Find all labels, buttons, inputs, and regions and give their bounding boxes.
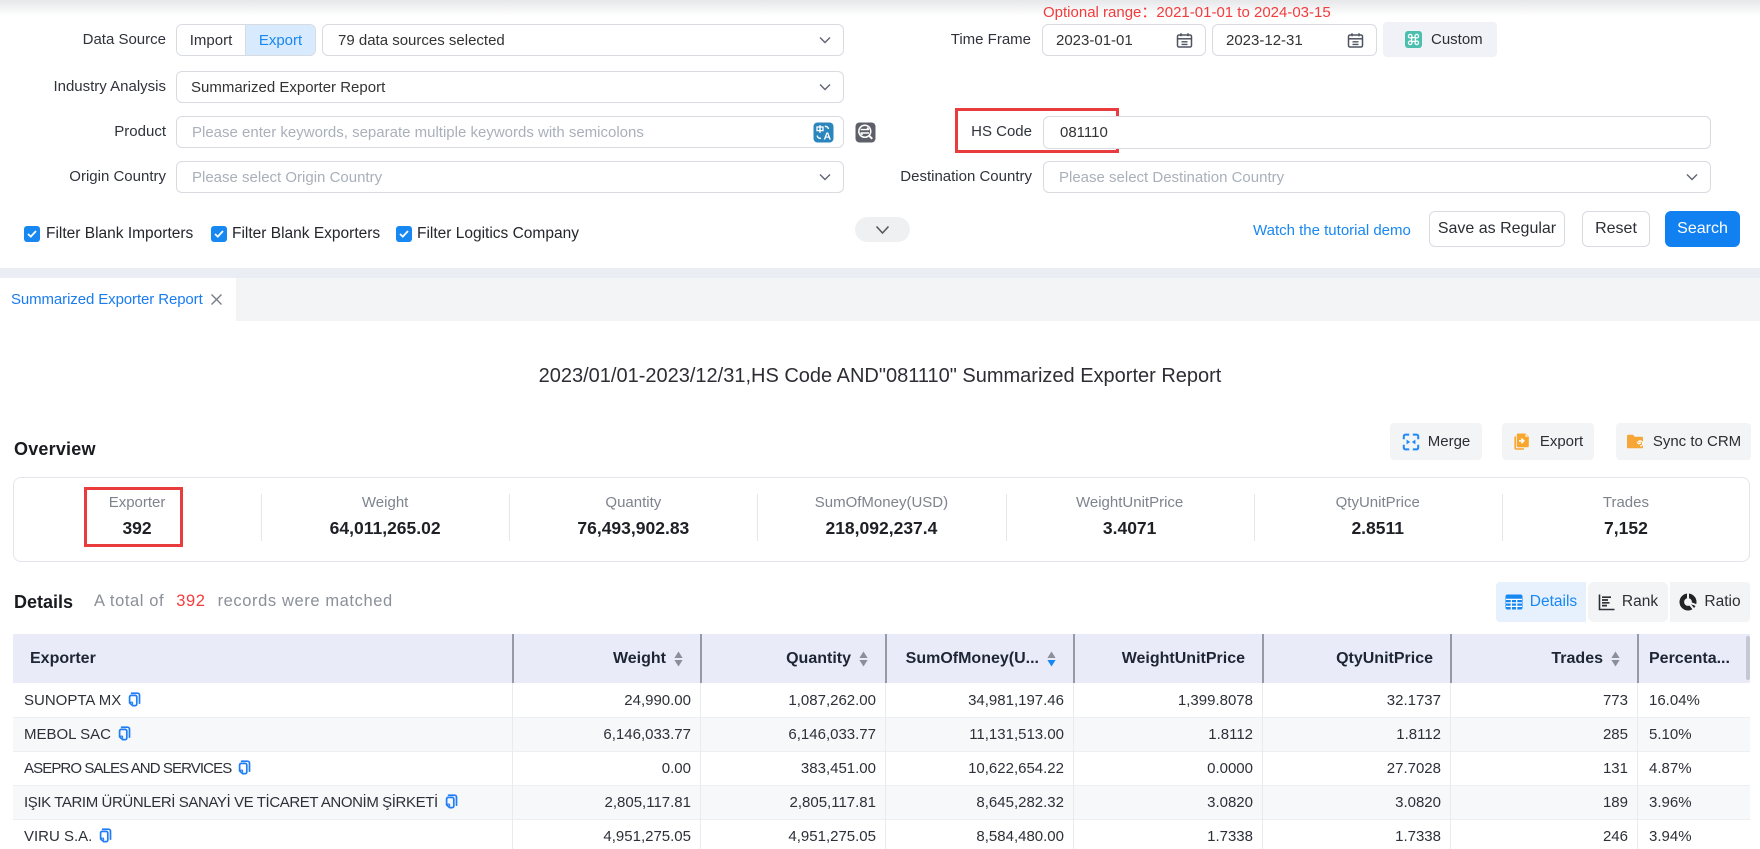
svg-text:A: A	[824, 130, 832, 142]
